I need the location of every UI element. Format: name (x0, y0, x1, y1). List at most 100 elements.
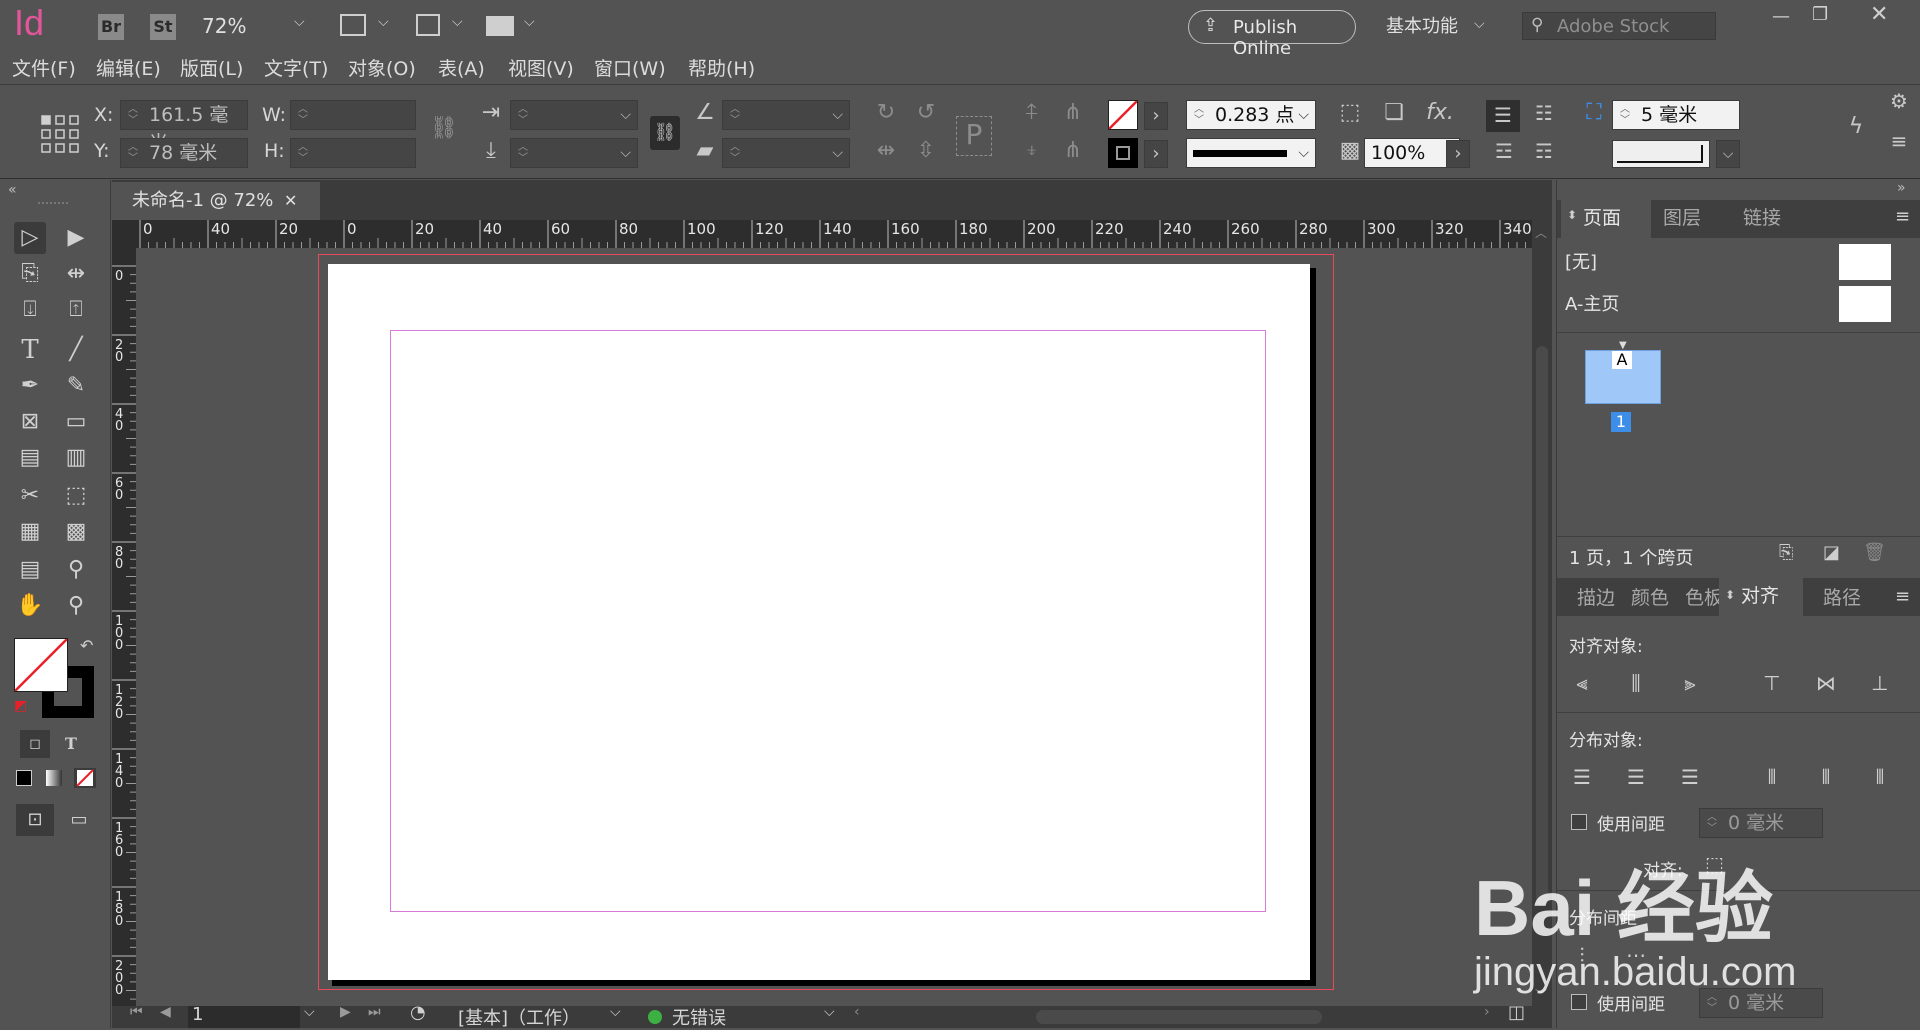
rectangle-frame-tool-icon[interactable]: ⊠ (14, 406, 46, 438)
flip-horizontal-icon[interactable]: ⇹ (872, 138, 900, 164)
tab-layers[interactable]: 图层 (1663, 200, 1701, 236)
next-page-icon[interactable]: ▶ (340, 1004, 351, 1020)
use-spacing-checkbox[interactable] (1571, 814, 1587, 830)
default-fill-stroke-icon[interactable]: ◩ (14, 698, 27, 714)
select-next-icon[interactable]: ⋔ (1058, 138, 1088, 164)
rectangle-tool-icon[interactable]: ▭ (60, 406, 92, 438)
distribute-left-edges-icon[interactable]: ⫴ (1757, 762, 1787, 792)
align-to-selection-icon[interactable]: ⬚ (1705, 852, 1724, 876)
vertical-scroll-thumb[interactable] (1536, 346, 1548, 906)
apply-none-icon[interactable] (74, 768, 96, 788)
apply-gradient-icon[interactable] (46, 770, 62, 786)
reference-point-icon[interactable] (40, 114, 80, 154)
w-field[interactable]: ︿ ﹀ (290, 100, 416, 130)
vertical-scrollbar[interactable]: ︿ ﹀ (1532, 220, 1552, 1006)
shear-field[interactable]: ︿ ﹀ ⌵ (722, 138, 850, 168)
constrain-scale-button[interactable]: ⛓ (650, 116, 680, 150)
scroll-right-icon[interactable]: › (1484, 1004, 1490, 1020)
menu-window[interactable]: 窗口(W) (594, 56, 666, 82)
menu-object[interactable]: 对象(O) (348, 56, 416, 82)
last-page-icon[interactable]: ⏭ (368, 1004, 381, 1020)
align-top-edges-icon[interactable]: ⊤ (1757, 668, 1787, 698)
rotate-ccw-icon[interactable]: ↺ (912, 100, 940, 126)
menu-file[interactable]: 文件(F) (12, 56, 76, 82)
profile-dropdown-icon[interactable]: ⌵ (610, 1004, 621, 1020)
control-panel-menu-icon[interactable]: ≡ (1886, 128, 1912, 154)
tab-align[interactable]: ⬍ 对齐 (1719, 578, 1803, 616)
drop-shadow-icon[interactable]: ❏ (1380, 100, 1408, 126)
align-vertical-centers-icon[interactable]: ⋈ (1811, 668, 1841, 698)
publish-online-button[interactable]: ⇪ Publish Online (1188, 10, 1356, 59)
wrap-jump-icon[interactable]: ☶ (1530, 138, 1558, 164)
distribute-horizontal-space-icon[interactable]: ⋯ (1621, 940, 1651, 970)
content-placer-icon[interactable]: ⍐ (60, 294, 92, 326)
tab-stroke[interactable]: 描边 (1577, 580, 1615, 616)
menu-edit[interactable]: 编辑(E) (96, 56, 161, 82)
close-document-icon[interactable]: ✕ (284, 182, 297, 220)
h-spinner-icon[interactable]: ︿ ﹀ (297, 142, 309, 164)
page-number-field[interactable]: 1 (188, 1004, 300, 1028)
opacity-menu-icon[interactable]: › (1446, 140, 1470, 168)
preview-mode-icon[interactable]: ▭ (62, 804, 96, 836)
gradient-feather-tool-icon[interactable]: ▩ (60, 516, 92, 548)
align-left-edges-icon[interactable]: ⫷ (1567, 668, 1597, 698)
distribute-spacing-spinner-icon-2[interactable]: ︿ ﹀ (1706, 992, 1718, 1014)
object-style-dropdown-icon[interactable]: ⌵ (1716, 140, 1740, 168)
align-right-edges-icon[interactable]: ⫸ (1675, 668, 1705, 698)
shear-dropdown-icon[interactable]: ⌵ (832, 139, 843, 167)
eyedropper-tool-icon[interactable]: ⚲ (60, 554, 92, 586)
view-options-dropdown-icon[interactable]: ⌵ (378, 14, 389, 30)
tab-pages[interactable]: ⬍ 页面 (1561, 200, 1651, 238)
page-size-icon[interactable]: ⎘ (1779, 542, 1793, 563)
pen-tool-icon[interactable]: ✒ (14, 370, 46, 402)
scroll-up-icon[interactable]: ︿ (1535, 224, 1547, 241)
arrange-documents-icon[interactable] (486, 16, 514, 36)
preflight-dropdown-icon[interactable]: ⌵ (824, 1004, 835, 1020)
tab-color[interactable]: 颜色 (1631, 580, 1669, 616)
swap-fill-stroke-icon[interactable]: ↶ (80, 636, 93, 655)
scale-x-spinner-icon[interactable]: ︿ ﹀ (517, 104, 529, 126)
gap-spinner-icon[interactable]: ︿ ﹀ (1619, 104, 1631, 126)
pasteboard[interactable] (136, 248, 1532, 1006)
expand-panels-icon[interactable]: » (1897, 180, 1906, 196)
effects-icon[interactable]: fx. (1424, 100, 1456, 126)
scroll-down-icon[interactable]: ﹀ (1535, 986, 1547, 1003)
type-tool-icon[interactable]: T (14, 334, 46, 366)
delete-page-icon[interactable]: 🗑 (1863, 542, 1886, 563)
distribute-spacing-field-2[interactable]: ︿ ﹀ 0 毫米 (1699, 988, 1823, 1018)
master-none-row[interactable]: [无] (1557, 240, 1920, 282)
w-spinner-icon[interactable]: ︿ ﹀ (297, 104, 309, 126)
workspace-switcher[interactable]: 基本功能 (1386, 12, 1458, 38)
menu-help[interactable]: 帮助(H) (688, 56, 755, 82)
fill-menu-icon[interactable]: › (1144, 102, 1168, 130)
scale-y-field[interactable]: ︿ ﹀ ⌵ (510, 138, 638, 168)
stroke-menu-icon[interactable]: › (1144, 140, 1168, 168)
preflight-profile[interactable]: [基本]（工作） (458, 1004, 580, 1030)
first-page-icon[interactable]: ⏮ (130, 1004, 143, 1020)
direct-selection-tool-icon[interactable]: ▶ (60, 222, 92, 254)
select-content-icon[interactable]: ⍖ (1018, 138, 1046, 164)
menu-type[interactable]: 文字(T) (264, 56, 328, 82)
menu-view[interactable]: 视图(V) (508, 56, 574, 82)
tab-links[interactable]: 链接 (1743, 200, 1781, 236)
gap-tool-icon[interactable]: ⇹ (60, 258, 92, 290)
horizontal-ruler[interactable]: 0 40 20 0 20 40 60 80 100 120 140 160 180 200 220 240 26… (136, 220, 1532, 249)
stroke-weight-dropdown-icon[interactable]: ⌵ (1298, 101, 1309, 129)
x-spinner-icon[interactable]: ︿ ﹀ (127, 104, 139, 126)
stroke-weight-spinner-icon[interactable]: ︿ ﹀ (1193, 104, 1205, 126)
scroll-left-icon[interactable]: ‹ (854, 1004, 860, 1020)
free-transform-tool-icon[interactable]: ⬚ (60, 480, 92, 512)
text-wrap-none-button[interactable]: ☰ (1486, 100, 1520, 132)
page-1-thumbnail[interactable]: A (1585, 350, 1661, 404)
object-style-field[interactable] (1612, 140, 1710, 168)
stroke-swatch[interactable] (1108, 138, 1138, 168)
adobe-stock-search[interactable]: ⚲ Adobe Stock (1522, 12, 1716, 40)
distribute-vertical-space-icon[interactable]: ⫶ (1567, 940, 1597, 970)
distribute-vertical-centers-icon[interactable]: ☰ (1621, 762, 1651, 792)
scale-y-dropdown-icon[interactable]: ⌵ (620, 139, 631, 167)
zoom-level[interactable]: 72% (202, 14, 246, 38)
settings-gear-icon[interactable]: ⚙ (1886, 88, 1912, 114)
h-field[interactable]: ︿ ﹀ (290, 138, 416, 168)
pages-panel-menu-icon[interactable]: ≡ (1895, 206, 1910, 227)
y-field[interactable]: ︿ ﹀ 78 毫米 (120, 138, 248, 168)
